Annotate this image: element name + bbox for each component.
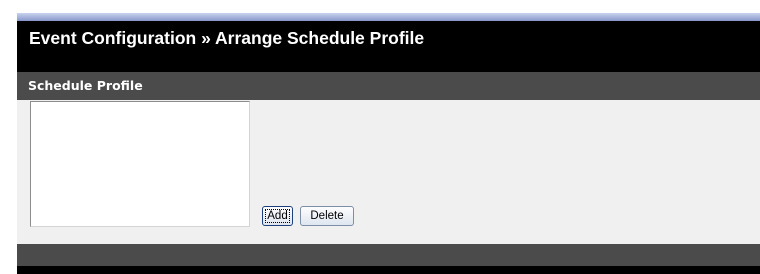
- panel-title: Schedule Profile: [28, 78, 143, 93]
- schedule-profile-listbox[interactable]: [30, 101, 250, 227]
- page-title: Event Configuration » Arrange Schedule P…: [29, 28, 425, 48]
- panel-body: Add Delete: [17, 100, 760, 244]
- footer-bar: [17, 244, 760, 266]
- add-button-label: Add: [265, 209, 290, 223]
- page-frame: Event Configuration » Arrange Schedule P…: [17, 13, 760, 274]
- top-accent-strip: [17, 13, 760, 21]
- delete-button[interactable]: Delete: [300, 206, 354, 226]
- add-button[interactable]: Add: [262, 206, 293, 226]
- panel-header: Schedule Profile: [17, 72, 760, 100]
